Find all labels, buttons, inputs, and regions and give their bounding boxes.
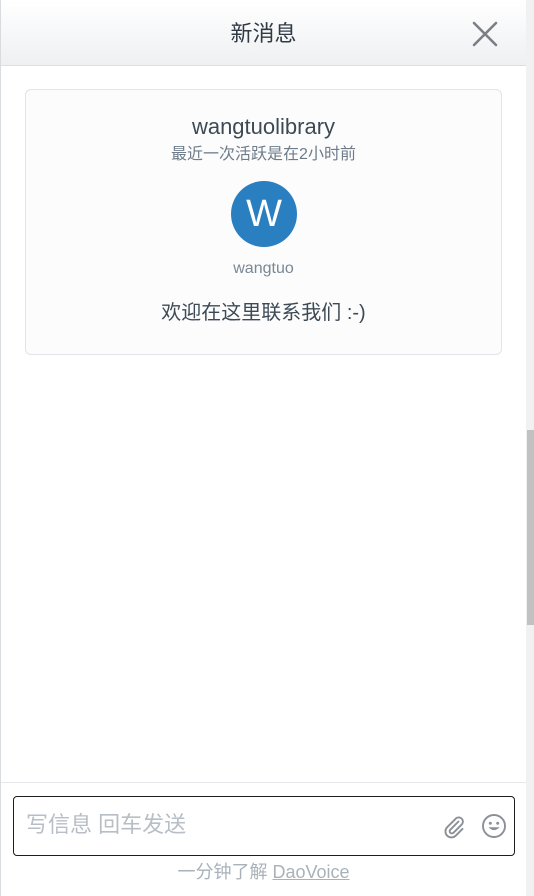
emoji-button[interactable] bbox=[481, 813, 507, 839]
avatar: W bbox=[231, 181, 297, 247]
chat-window: 新消息 wangtuolibrary 最近一次活跃是在2小时前 W wangtu… bbox=[0, 0, 534, 896]
window-left-border bbox=[0, 0, 1, 896]
close-icon bbox=[472, 21, 498, 47]
team-intro-card: wangtuolibrary 最近一次活跃是在2小时前 W wangtuo 欢迎… bbox=[25, 89, 502, 355]
message-input[interactable] bbox=[26, 807, 426, 843]
welcome-message: 欢迎在这里联系我们 :-) bbox=[161, 302, 366, 324]
powered-by-footer: 一分钟了解 DaoVoice bbox=[1, 861, 526, 883]
smiley-icon bbox=[482, 814, 506, 838]
header-title: 新消息 bbox=[230, 21, 297, 46]
close-button[interactable] bbox=[469, 18, 501, 50]
message-composer bbox=[13, 796, 515, 856]
daovoice-link[interactable]: DaoVoice bbox=[272, 862, 349, 882]
scrollbar-thumb[interactable] bbox=[527, 430, 534, 625]
last-active-status: 最近一次活跃是在2小时前 bbox=[171, 146, 356, 163]
paperclip-icon bbox=[444, 816, 464, 839]
composer-divider bbox=[1, 782, 526, 783]
footer-prefix: 一分钟了解 bbox=[177, 862, 273, 882]
team-name: wangtuolibrary bbox=[191, 114, 336, 139]
agent-name: wangtuo bbox=[233, 260, 294, 277]
attach-file-button[interactable] bbox=[441, 813, 467, 839]
chat-header: 新消息 bbox=[1, 0, 526, 66]
